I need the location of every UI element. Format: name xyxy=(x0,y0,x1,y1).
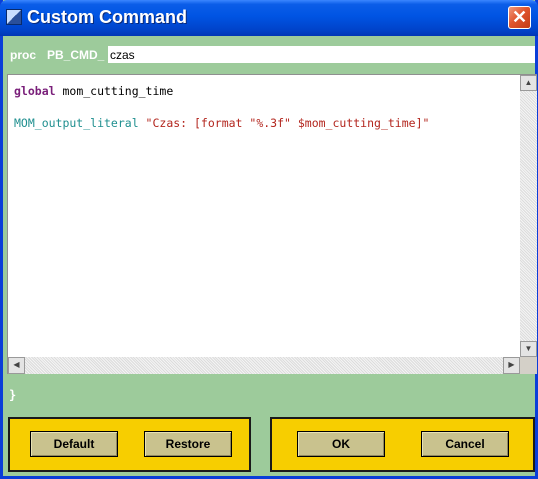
window-title: Custom Command xyxy=(27,7,188,27)
scroll-left-icon[interactable]: ◀ xyxy=(8,357,25,374)
vertical-scrollbar[interactable]: ▲ ▼ xyxy=(520,75,537,357)
default-button[interactable]: Default xyxy=(30,431,118,457)
code-line-2: MOM_output_literal "Czas: [format "%.3f"… xyxy=(14,115,519,131)
scrollbar-corner xyxy=(520,357,537,374)
scroll-right-icon[interactable]: ▶ xyxy=(503,357,520,374)
proc-keyword-label: proc xyxy=(10,48,37,62)
horizontal-scrollbar[interactable]: ◀ ▶ xyxy=(8,357,520,374)
mom-command: MOM_output_literal xyxy=(14,116,139,130)
closing-brace: } xyxy=(9,388,17,402)
custom-command-window: Custom Command ✕ proc PB_CMD_ global mom… xyxy=(0,0,538,479)
proc-name-input[interactable] xyxy=(108,46,535,63)
proc-footer: } xyxy=(3,375,535,413)
title-bar[interactable]: Custom Command ✕ xyxy=(0,0,538,36)
global-keyword: global xyxy=(14,84,56,98)
code-text-area[interactable]: global mom_cutting_time MOM_output_liter… xyxy=(14,83,519,355)
close-button[interactable]: ✕ xyxy=(508,6,531,29)
scroll-down-icon[interactable]: ▼ xyxy=(520,341,537,357)
code-line-1: global mom_cutting_time xyxy=(14,83,519,99)
global-var-text: mom_cutting_time xyxy=(55,84,174,98)
literal-string: "Czas: [format "%.3f" $mom_cutting_time]… xyxy=(138,116,430,130)
cmd-prefix-label: PB_CMD_ xyxy=(47,48,105,62)
code-editor[interactable]: global mom_cutting_time MOM_output_liter… xyxy=(7,74,537,374)
right-button-panel: OK Cancel xyxy=(270,417,535,472)
scroll-up-icon[interactable]: ▲ xyxy=(520,75,537,91)
restore-button[interactable]: Restore xyxy=(144,431,232,457)
left-button-panel: Default Restore xyxy=(8,417,251,472)
proc-header: proc PB_CMD_ xyxy=(3,36,535,73)
ok-button[interactable]: OK xyxy=(297,431,385,457)
cancel-button[interactable]: Cancel xyxy=(421,431,509,457)
app-icon xyxy=(6,9,22,25)
